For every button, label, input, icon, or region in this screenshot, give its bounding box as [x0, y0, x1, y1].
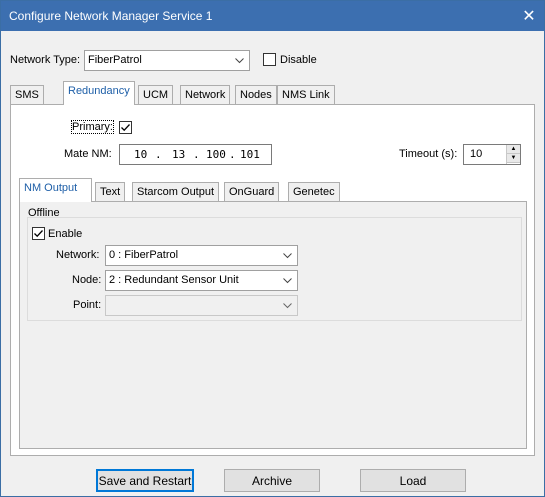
ip-octet-4: 101 [240, 148, 260, 161]
tab-nm-output[interactable]: NM Output [19, 178, 92, 202]
archive-button[interactable]: Archive [224, 469, 320, 492]
node-select[interactable]: 2 : Redundant Sensor Unit [105, 270, 298, 291]
network-value: 0 : FiberPatrol [109, 249, 179, 261]
tab-network[interactable]: Network [180, 85, 231, 105]
network-type-label: Network Type: [10, 54, 81, 66]
enable-checkbox[interactable] [32, 227, 45, 240]
tab-starcom-output[interactable]: Starcom Output [132, 182, 220, 202]
chevron-down-icon [283, 246, 292, 265]
tab-onguard[interactable]: OnGuard [224, 182, 280, 202]
dialog-window: Configure Network Manager Service 1 ✕ Ne… [0, 0, 545, 497]
spin-down-icon[interactable]: ▼ [507, 154, 520, 163]
tab-redundancy[interactable]: Redundancy [63, 81, 135, 105]
ip-octet-3: 100 [206, 148, 226, 161]
primary-checkbox[interactable] [119, 121, 132, 134]
enable-label: Enable [48, 228, 83, 240]
load-button[interactable]: Load [360, 469, 466, 492]
mate-nm-ip-input[interactable]: 10 . 13 . 100 . 101 [119, 144, 272, 165]
tab-sms[interactable]: SMS [10, 85, 44, 105]
spinner-buttons[interactable]: ▲ ▼ [506, 145, 520, 164]
nm-output-panel: Offline Enable Network: 0 : FiberPatrol … [19, 201, 527, 449]
redundancy-panel: Primary: Mate NM: 10 . 13 . 100 . 101 Ti… [10, 104, 535, 456]
chevron-down-icon [235, 51, 244, 70]
timeout-value: 10 [470, 148, 483, 160]
ip-octet-2: 13 [172, 148, 186, 161]
ip-dot: . [155, 148, 162, 161]
network-type-value: FiberPatrol [88, 54, 142, 66]
point-label: Point: [73, 299, 102, 311]
ip-dot: . [229, 148, 236, 161]
primary-label: Primary: [71, 120, 114, 134]
ip-dot: . [193, 148, 200, 161]
disable-checkbox[interactable] [263, 53, 276, 66]
chevron-down-icon [283, 271, 292, 290]
network-type-select[interactable]: FiberPatrol [84, 50, 250, 71]
mate-nm-label: Mate NM: [64, 148, 112, 160]
timeout-label: Timeout (s): [399, 148, 458, 160]
chevron-down-icon [283, 296, 292, 315]
network-label: Network: [56, 249, 100, 261]
node-value: 2 : Redundant Sensor Unit [109, 274, 239, 286]
disable-label: Disable [280, 54, 317, 66]
save-restart-button[interactable]: Save and Restart [96, 469, 194, 492]
window-title: Configure Network Manager Service 1 [9, 9, 213, 23]
tab-ucm[interactable]: UCM [138, 85, 174, 105]
node-label: Node: [72, 274, 102, 286]
ip-octet-1: 10 [134, 148, 148, 161]
title-bar[interactable]: Configure Network Manager Service 1 ✕ [1, 1, 544, 31]
timeout-spinner[interactable]: 10 ▲ ▼ [463, 144, 521, 165]
checkmark-icon [121, 124, 130, 132]
checkmark-icon [34, 230, 43, 238]
point-select[interactable] [105, 295, 298, 316]
close-icon[interactable]: ✕ [514, 1, 544, 31]
tab-nodes[interactable]: Nodes [235, 85, 277, 105]
tab-nms-link[interactable]: NMS Link [277, 85, 335, 105]
tab-text[interactable]: Text [95, 182, 126, 202]
network-select[interactable]: 0 : FiberPatrol [105, 245, 298, 266]
tab-genetec[interactable]: Genetec [288, 182, 340, 202]
